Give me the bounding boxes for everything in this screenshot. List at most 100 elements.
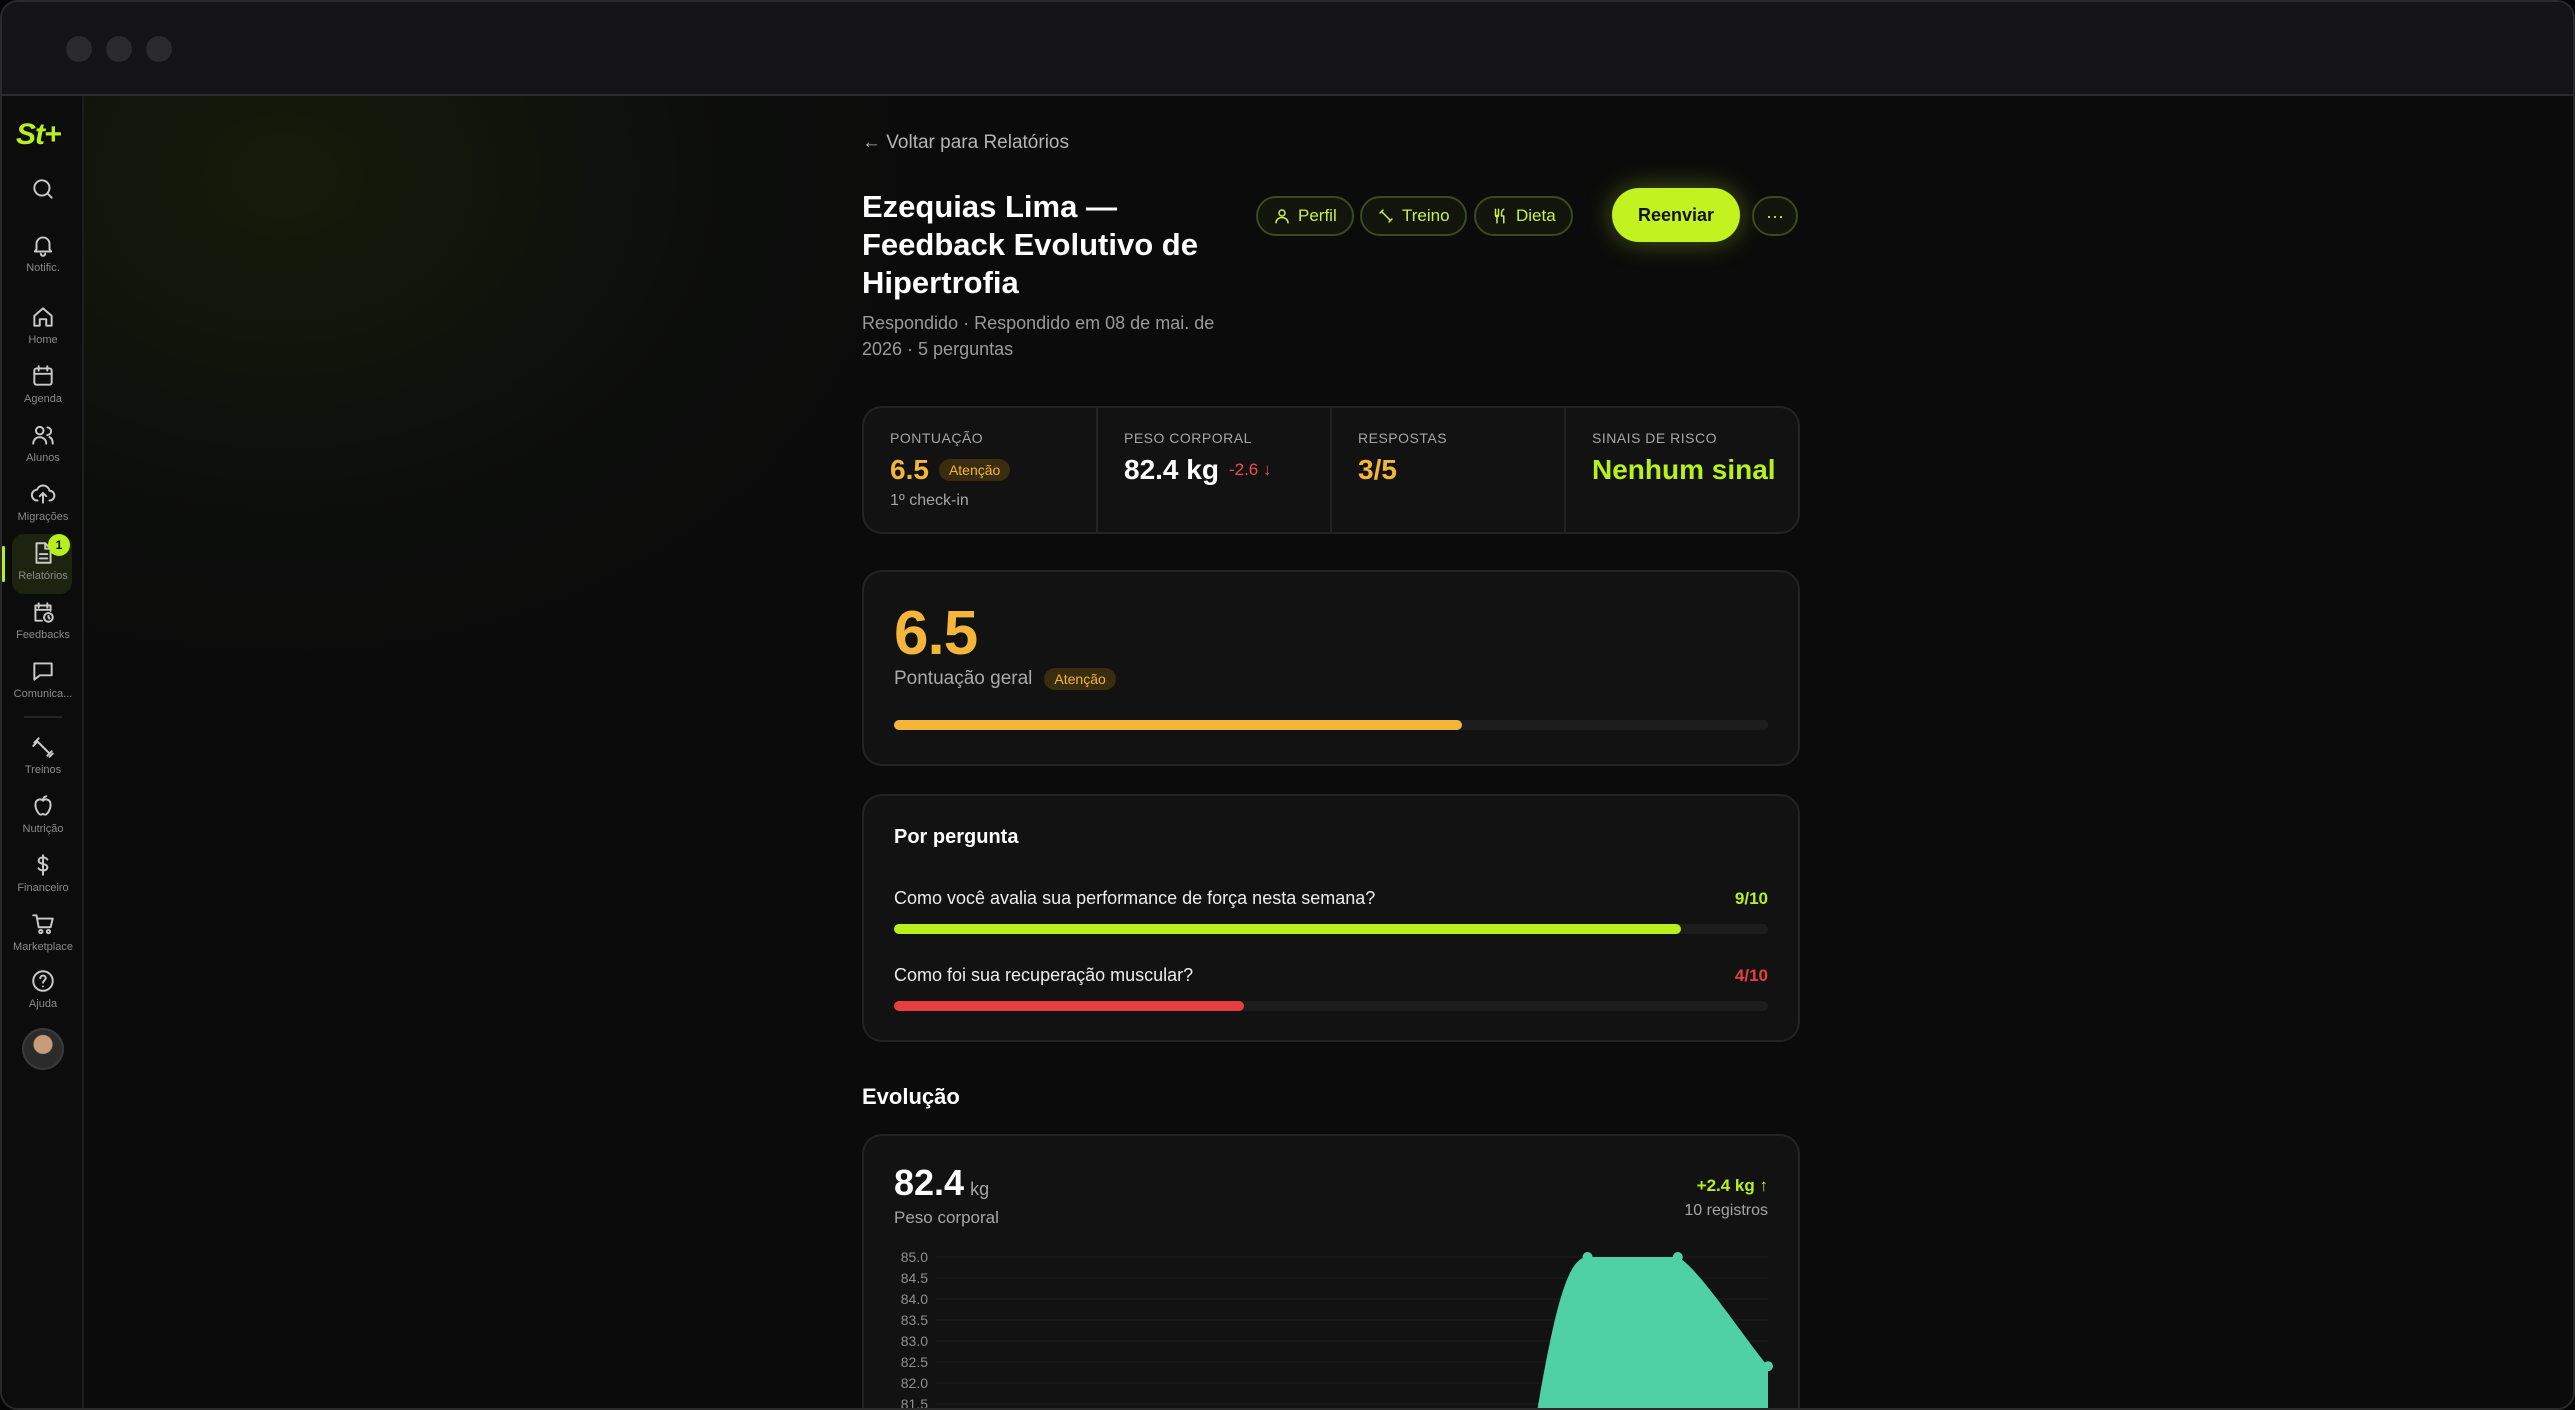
stat-score-badge: Atenção: [938, 459, 1011, 481]
sidebar-item-relatorios[interactable]: Relatórios: [2, 540, 84, 582]
upload-cloud-icon: [30, 484, 56, 504]
stat-answers: RESPOSTAS 3/5: [1332, 408, 1566, 532]
sidebar-item-label: Agenda: [24, 393, 62, 405]
sidebar-item-marketplace[interactable]: Marketplace: [2, 911, 84, 953]
overall-score-badge: Atenção: [1044, 668, 1116, 690]
overall-score-label-row: Pontuação geral Atenção: [894, 668, 1116, 690]
chart-data-point[interactable]: [1582, 1252, 1593, 1262]
sidebar-item-label: Notific.: [26, 262, 60, 274]
question-2-fill: [894, 1001, 1244, 1011]
per-question-title: Por pergunta: [894, 826, 1019, 848]
relatorios-badge: 1: [48, 534, 70, 556]
stat-answers-value: 3/5: [1358, 454, 1397, 485]
overall-score-fill: [894, 720, 1463, 730]
back-to-reports-link[interactable]: ← Voltar para Relatórios: [862, 132, 1069, 154]
evolution-section-title: Evolução: [862, 1084, 960, 1109]
help-circle-icon: [32, 970, 54, 992]
stat-answers-label: RESPOSTAS: [1358, 430, 1448, 446]
sidebar-item-feedbacks[interactable]: Feedbacks: [2, 599, 84, 641]
sidebar-item-nutricao[interactable]: Nutrição: [2, 793, 84, 835]
dieta-chip-button[interactable]: Dieta: [1474, 196, 1573, 236]
stat-risk-value-row: Nenhum sinal: [1592, 454, 1798, 486]
sidebar-item-label: Marketplace: [13, 941, 73, 953]
weight-area-series: [1537, 1257, 1768, 1408]
question-2-track: [894, 1001, 1768, 1011]
cart-icon: [32, 914, 54, 935]
search-icon: [33, 179, 53, 199]
app-window: St+ Notific. Home Agenda Alunos Migraçõe…: [0, 0, 2575, 1410]
resend-button[interactable]: Reenviar: [1612, 188, 1740, 242]
stat-score-note: 1º check-in: [890, 492, 969, 509]
perfil-chip-button[interactable]: Perfil: [1256, 196, 1354, 236]
window-minimize-dot[interactable]: [106, 36, 132, 62]
sidebar-divider: [24, 716, 62, 718]
window-titlebar: [2, 2, 2573, 96]
sidebar-item-treinos[interactable]: Treinos: [2, 734, 84, 776]
calendar-clock-icon: [34, 602, 54, 623]
sidebar-item-notifications[interactable]: Notific.: [2, 232, 84, 274]
app-logo[interactable]: St+: [16, 118, 62, 152]
bell-icon: [33, 236, 53, 257]
sidebar-item-label: Home: [28, 334, 58, 346]
stat-weight-label: PESO CORPORAL: [1124, 430, 1252, 446]
overall-score-label: Pontuação geral: [894, 668, 1033, 689]
user-icon: [1275, 209, 1289, 224]
window-maximize-dot[interactable]: [146, 36, 172, 62]
sidebar-item-label: Financeiro: [17, 882, 69, 894]
per-question-card: Por pergunta Como você avalia sua perfor…: [862, 794, 1800, 1042]
utensils-icon: [1494, 208, 1505, 224]
y-tick-label: 84.5: [901, 1270, 928, 1286]
sidebar-item-financeiro[interactable]: Financeiro: [2, 852, 84, 894]
question-1-track: [894, 924, 1768, 934]
sidebar-item-label: Migrações: [17, 511, 69, 523]
dieta-chip-label: Dieta: [1516, 206, 1556, 225]
stat-risk-value: Nenhum sinal: [1592, 454, 1776, 485]
stat-risk-label: SINAIS DE RISCO: [1592, 430, 1717, 446]
sidebar-item-agenda[interactable]: Agenda: [2, 363, 84, 405]
sidebar-item-label: Relatórios: [18, 570, 68, 582]
question-2-score: 4/10: [1734, 966, 1768, 985]
y-tick-label: 85.0: [901, 1249, 928, 1265]
window-close-dot[interactable]: [66, 36, 92, 62]
y-tick-label: 83.0: [901, 1333, 928, 1349]
page-title: Ezequias Lima — Feedback Evolutivo de Hi…: [862, 189, 1198, 300]
y-tick-label: 82.5: [901, 1354, 928, 1370]
y-tick-label: 82.0: [901, 1375, 928, 1391]
sidebar-item-comunicacao[interactable]: Comunica...: [2, 658, 84, 700]
question-1-fill: [894, 924, 1681, 934]
sidebar-item-alunos[interactable]: Alunos: [2, 422, 84, 464]
treino-chip-label: Treino: [1402, 206, 1450, 225]
stats-summary-card: PONTUAÇÃO 6.5 Atenção 1º check-in PESO C…: [862, 406, 1800, 534]
stat-answers-value-row: 3/5: [1358, 454, 1564, 486]
calendar-icon: [33, 365, 53, 386]
evolution-card: 82.4 kg Peso corporal +2.4 kg ↑ 10 regist…: [862, 1134, 1800, 1408]
more-options-button[interactable]: ···: [1752, 196, 1798, 236]
stat-score: PONTUAÇÃO 6.5 Atenção 1º check-in: [864, 408, 1098, 532]
sidebar-item-label: Feedbacks: [16, 629, 70, 641]
overall-score-card: 6.5 Pontuação geral Atenção: [862, 570, 1800, 766]
y-tick-label: 83.5: [901, 1312, 928, 1328]
stat-score-value: 6.5: [890, 454, 929, 485]
stat-score-value-row: 6.5 Atenção: [890, 454, 1096, 486]
user-avatar[interactable]: [22, 1028, 64, 1070]
sidebar-item-label: Alunos: [26, 452, 60, 464]
sidebar-item-search[interactable]: [2, 176, 84, 202]
dumbbell-icon: [32, 737, 54, 758]
sidebar-item-migracoes[interactable]: Migrações: [2, 481, 84, 523]
chart-data-point[interactable]: [1763, 1361, 1773, 1372]
question-1-score: 9/10: [1734, 889, 1768, 908]
users-icon: [32, 425, 54, 445]
overall-score-track: [894, 720, 1768, 730]
apple-icon: [34, 795, 52, 816]
overall-score-value: 6.5: [894, 599, 978, 668]
treino-chip-button[interactable]: Treino: [1360, 196, 1467, 236]
sidebar-item-home[interactable]: Home: [2, 304, 84, 346]
sidebar-item-label: Comunica...: [13, 688, 73, 700]
sidebar-item-label: Treinos: [24, 764, 62, 776]
page-subtitle: Respondido · Respondido em 08 de mai. de…: [862, 313, 1215, 359]
chart-data-point[interactable]: [1672, 1252, 1683, 1262]
dollar-icon: [37, 854, 49, 876]
sidebar: St+ Notific. Home Agenda Alunos Migraçõe…: [2, 96, 84, 1408]
dumbbell-icon: [1379, 209, 1393, 223]
sidebar-item-ajuda[interactable]: Ajuda: [2, 968, 84, 1010]
